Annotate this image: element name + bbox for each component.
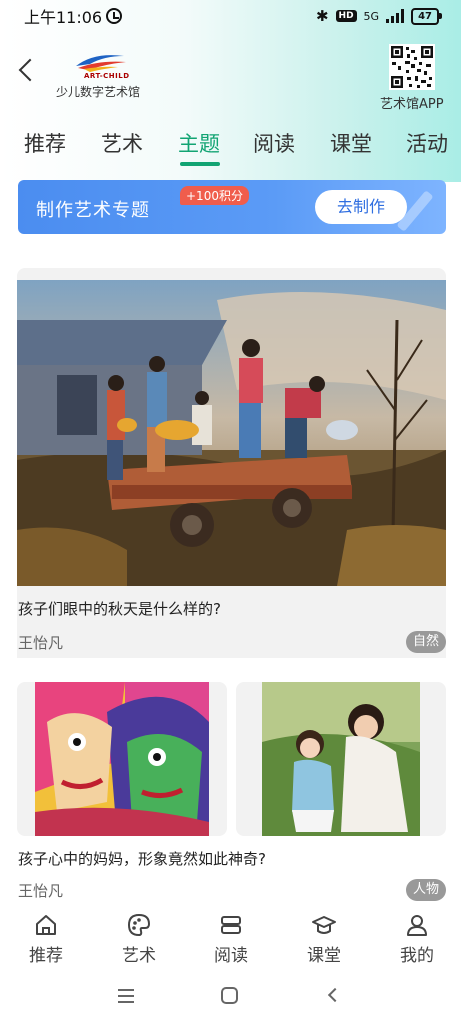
back-icon[interactable] — [327, 987, 343, 1003]
alarm-icon — [106, 8, 123, 24]
nav-label: 推荐 — [29, 946, 63, 966]
book-icon — [221, 916, 241, 934]
active-tab-indicator — [180, 162, 220, 166]
category-tabs: 推荐 艺术 主题 阅读 课堂 活动 — [0, 128, 461, 164]
nav-item-reading[interactable]: 阅读 — [201, 912, 261, 966]
home-button-icon[interactable] — [221, 987, 238, 1004]
nav-item-classroom[interactable]: 课堂 — [294, 912, 354, 966]
signal-icon — [386, 9, 405, 23]
points-badge: +100积分 — [180, 186, 249, 205]
qr-code-icon[interactable] — [389, 44, 435, 90]
menu-icon[interactable] — [118, 989, 134, 1003]
banner-text: 制作艺术专题 — [36, 200, 150, 221]
feed-thumbnail-left[interactable] — [17, 682, 227, 836]
nav-label: 我的 — [400, 946, 434, 966]
card-author: 王怡凡 — [18, 882, 64, 900]
hd-icon: HD — [335, 10, 357, 22]
card-author: 王怡凡 — [18, 634, 64, 652]
status-bar: 上午11:06 ✱ HD 5G 47 — [0, 0, 461, 32]
logo-name-text: 少儿数字艺术馆 — [56, 85, 141, 99]
mother-drawing-image — [35, 682, 209, 836]
tab-recommend[interactable]: 推荐 — [24, 128, 66, 158]
feed-card[interactable]: 孩子们眼中的秋天是什么样的? 王怡凡 自然 — [17, 268, 446, 658]
autumn-painting-image — [17, 280, 446, 586]
system-navigation-bar — [0, 974, 461, 1024]
card-title[interactable]: 孩子心中的妈妈，形象竟然如此神奇? — [18, 848, 266, 869]
tab-art[interactable]: 艺术 — [101, 128, 143, 158]
create-button[interactable]: 去制作 — [315, 190, 407, 224]
tab-activity[interactable]: 活动 — [406, 128, 448, 158]
nav-label: 阅读 — [214, 946, 248, 966]
status-time: 上午11:06 — [24, 8, 103, 27]
bluetooth-icon: ✱ — [315, 7, 329, 25]
nav-item-mine[interactable]: 我的 — [387, 912, 447, 966]
nav-item-recommend[interactable]: 推荐 — [16, 912, 76, 966]
bottom-navigation: 推荐 艺术 阅读 课堂 我的 — [0, 904, 461, 974]
app-logo: ART-CHILD 少儿数字艺术馆 — [54, 50, 144, 102]
home-icon — [36, 915, 56, 935]
tab-theme[interactable]: 主题 — [178, 128, 220, 158]
nav-label: 课堂 — [307, 946, 341, 966]
create-theme-banner[interactable]: 制作艺术专题 +100积分 去制作 — [18, 180, 446, 234]
network-type: 5G — [363, 9, 380, 23]
tab-reading[interactable]: 阅读 — [253, 128, 295, 158]
graduation-cap-icon — [312, 916, 336, 934]
nav-label: 艺术 — [122, 946, 156, 966]
palette-icon — [127, 913, 151, 937]
nav-item-art[interactable]: 艺术 — [109, 912, 169, 966]
battery-icon: 47 — [411, 7, 442, 25]
mother-photo-image — [262, 682, 420, 836]
card-tag[interactable]: 自然 — [406, 631, 446, 653]
card-title[interactable]: 孩子们眼中的秋天是什么样的? — [18, 598, 221, 619]
user-icon — [407, 915, 427, 936]
card-tag[interactable]: 人物 — [406, 879, 447, 901]
tab-classroom[interactable]: 课堂 — [330, 128, 372, 158]
qr-label: 艺术馆APP — [380, 97, 444, 112]
feed-thumbnail-right[interactable] — [236, 682, 446, 836]
logo-brand-text: ART-CHILD — [84, 72, 130, 80]
